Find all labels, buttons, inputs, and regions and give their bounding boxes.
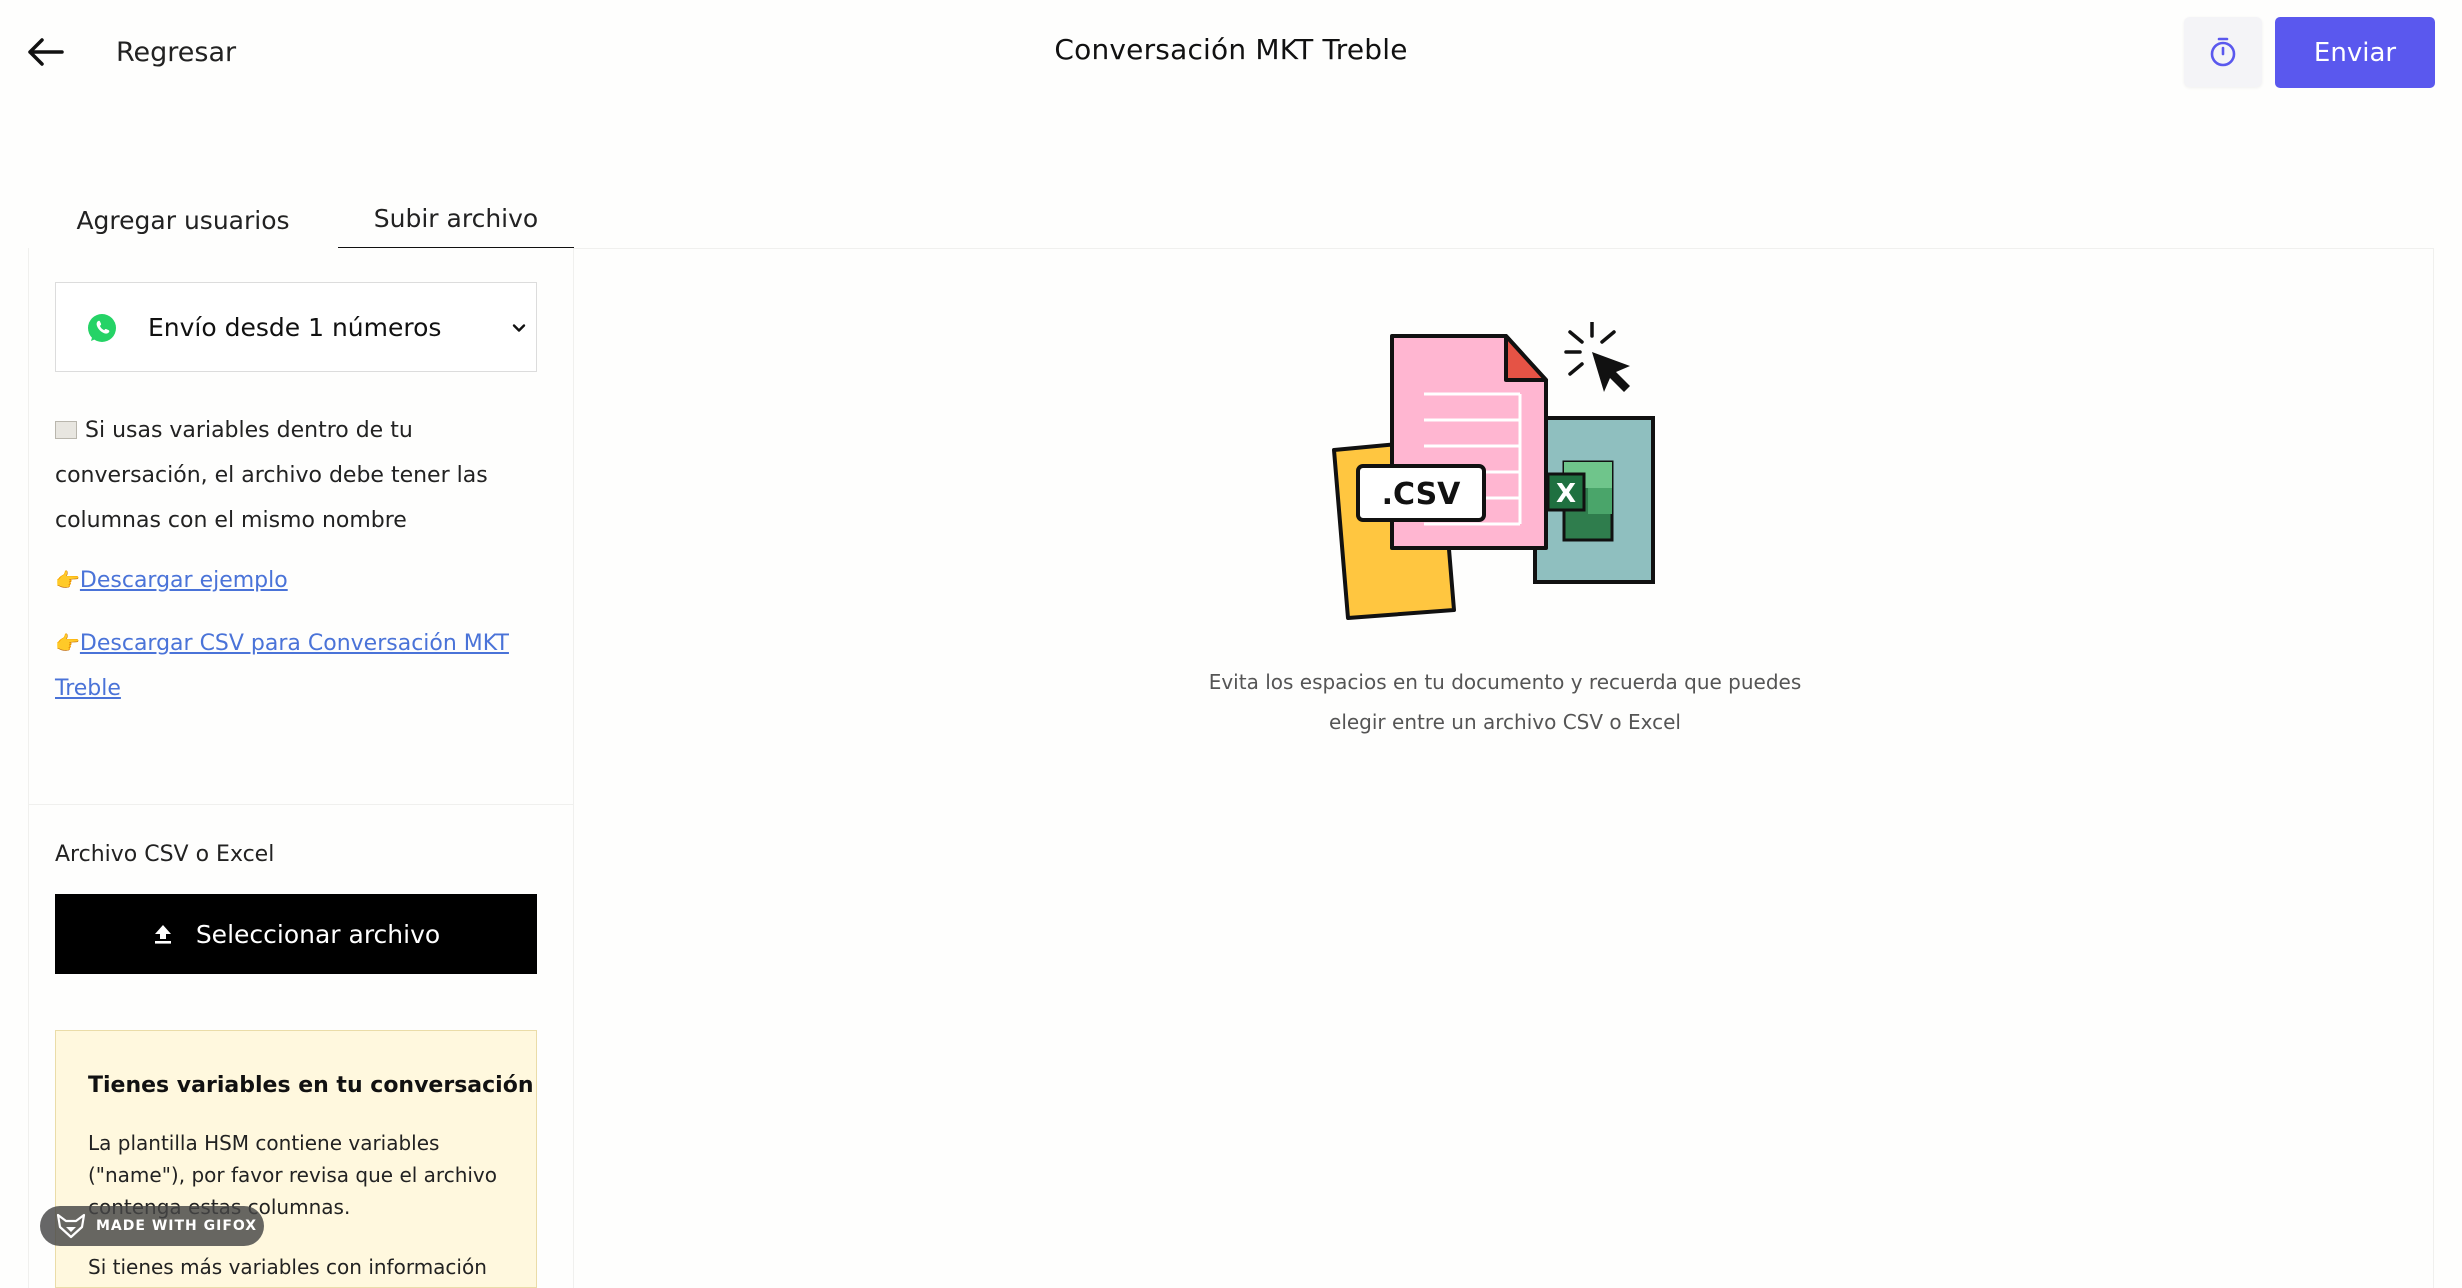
tab-bar: Agregar usuarios Subir archivo xyxy=(28,190,574,250)
variables-warning: Tienes variables en tu conversación La p… xyxy=(55,1030,537,1288)
download-example-link[interactable]: Descargar ejemplo xyxy=(80,568,288,593)
sender-select-value: Envío desde 1 números xyxy=(148,313,442,342)
page-title: Conversación MKT Treble xyxy=(1054,33,1408,66)
pointing-hand-icon: 👉 xyxy=(55,631,80,655)
cursor-click-icon xyxy=(1564,322,1630,392)
scroll-icon xyxy=(55,421,77,439)
send-button[interactable]: Enviar xyxy=(2275,17,2435,88)
helper-text-line-2: elegir entre un archivo CSV o Excel xyxy=(1329,710,1681,734)
download-csv-link[interactable]: Descargar CSV para Conversación MKT Treb… xyxy=(55,631,509,701)
variables-info-text: Si usas variables dentro de tu conversac… xyxy=(55,418,488,533)
warning-body-more: Si tienes más variables con información xyxy=(88,1255,487,1279)
file-field-label: Archivo CSV o Excel xyxy=(55,842,275,867)
upload-icon xyxy=(154,925,171,944)
warning-title: Tienes variables en tu conversación xyxy=(88,1073,534,1098)
gifox-watermark: MADE WITH GIFOX xyxy=(40,1206,264,1246)
sender-number-select[interactable]: Envío desde 1 números xyxy=(55,282,537,372)
file-upload-illustration: X .CSV xyxy=(1332,322,1655,620)
csv-label: .CSV xyxy=(1356,464,1486,522)
stopwatch-icon xyxy=(2210,37,2236,67)
tab-upload-file[interactable]: Subir archivo xyxy=(338,190,574,250)
fox-icon xyxy=(56,1213,86,1239)
helper-text-line-1: Evita los espacios en tu documento y rec… xyxy=(1208,670,1802,694)
section-divider xyxy=(29,804,573,805)
pointing-hand-icon: 👉 xyxy=(55,568,80,592)
tab-add-users[interactable]: Agregar usuarios xyxy=(28,190,338,250)
excel-letter: X xyxy=(1556,479,1576,509)
gifox-text: MADE WITH GIFOX xyxy=(96,1218,258,1234)
whatsapp-icon xyxy=(88,314,116,342)
schedule-button[interactable] xyxy=(2184,17,2262,87)
excel-sheet-icon: X xyxy=(1533,416,1655,584)
chevron-down-icon xyxy=(512,324,526,332)
select-file-button[interactable]: Seleccionar archivo xyxy=(55,894,537,974)
upload-sidebar: Envío desde 1 números Si usas variables … xyxy=(28,248,574,1288)
variables-info: Si usas variables dentro de tu conversac… xyxy=(55,408,545,543)
download-csv-row: 👉Descargar CSV para Conversación MKT Tre… xyxy=(55,621,545,711)
top-bar: Regresar Conversación MKT Treble Enviar xyxy=(0,0,2462,100)
upload-helper-text: Evita los espacios en tu documento y rec… xyxy=(1150,662,1860,742)
select-file-label: Seleccionar archivo xyxy=(195,919,441,949)
download-example-row: 👉Descargar ejemplo xyxy=(55,558,545,603)
csv-text: .CSV xyxy=(1382,477,1462,512)
